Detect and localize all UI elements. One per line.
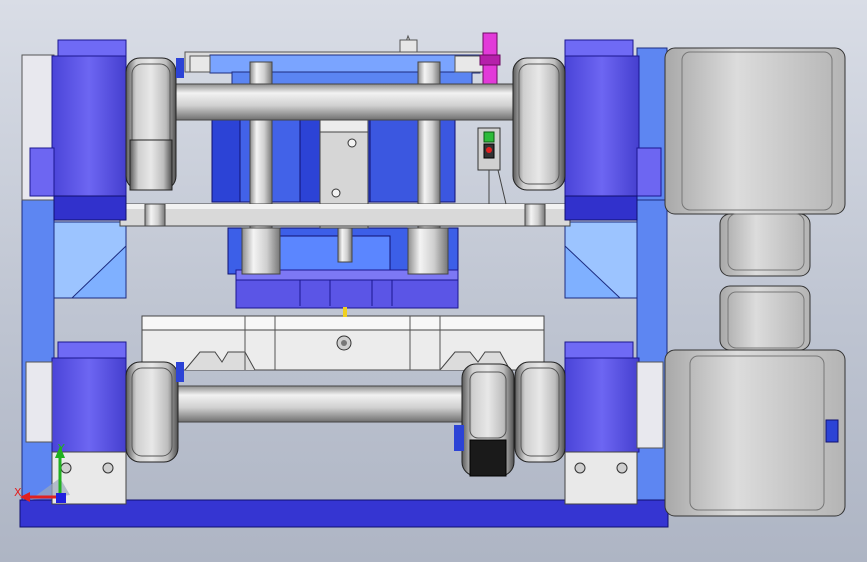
magenta-lever[interactable] — [479, 32, 501, 86]
die-pin — [343, 307, 347, 317]
lower-servo-motor[interactable] — [664, 285, 846, 517]
lower-drive-shaft[interactable] — [169, 385, 471, 423]
shaft-bushing-left — [241, 227, 281, 275]
cad-viewport[interactable]: X Y — [0, 0, 867, 562]
shaft-cap — [454, 425, 464, 451]
lower-cam-roller[interactable] — [461, 363, 515, 477]
lower-left-bearing[interactable] — [125, 361, 179, 463]
forming-die[interactable] — [141, 315, 545, 371]
top-bolt-head — [399, 39, 418, 53]
upper-drive-shaft[interactable] — [171, 83, 518, 121]
shaft-cap — [176, 58, 184, 78]
position-sensor[interactable] — [477, 127, 507, 205]
upper-right-bearing[interactable] — [512, 57, 566, 191]
carriage-bottom-plate[interactable] — [235, 269, 459, 309]
top-mount-plate[interactable] — [184, 51, 491, 85]
axis-x-label: X — [14, 486, 22, 499]
shaft-bushing-right — [407, 227, 449, 275]
shaft-cap — [176, 362, 184, 382]
lower-right-bearing[interactable] — [514, 361, 566, 463]
assembly-drawing: X Y — [14, 32, 846, 528]
upper-servo-motor[interactable] — [664, 47, 846, 277]
axis-y-label: Y — [57, 442, 65, 455]
upper-left-bearing[interactable] — [125, 57, 177, 191]
upper-crossbar[interactable] — [119, 203, 571, 227]
